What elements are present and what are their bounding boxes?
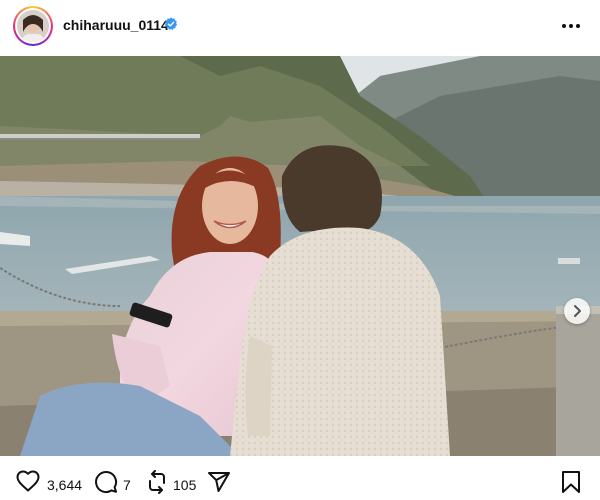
username-link[interactable]: chiharuuu_0114 xyxy=(63,17,169,33)
action-bar: 3,644 7 105 xyxy=(0,458,600,500)
comment-count[interactable]: 7 xyxy=(123,477,131,493)
share-send-icon[interactable] xyxy=(207,470,231,494)
chevron-right-icon xyxy=(574,305,581,317)
avatar-image xyxy=(17,10,49,42)
comment-bubble-icon[interactable] xyxy=(94,470,118,494)
photo-scene xyxy=(0,56,600,456)
carousel-next-button[interactable] xyxy=(564,298,590,324)
post-header: chiharuuu_0114 xyxy=(0,0,600,56)
repost-count[interactable]: 105 xyxy=(173,477,196,493)
repost-icon[interactable] xyxy=(145,470,169,494)
avatar[interactable] xyxy=(13,6,53,46)
verified-badge-icon xyxy=(164,17,178,30)
more-options-icon[interactable] xyxy=(560,16,582,36)
like-count[interactable]: 3,644 xyxy=(47,477,82,493)
post-photo[interactable] xyxy=(0,56,600,456)
bookmark-icon[interactable] xyxy=(561,470,581,494)
avatar-ring-inner xyxy=(15,8,51,44)
like-heart-icon[interactable] xyxy=(16,470,40,492)
